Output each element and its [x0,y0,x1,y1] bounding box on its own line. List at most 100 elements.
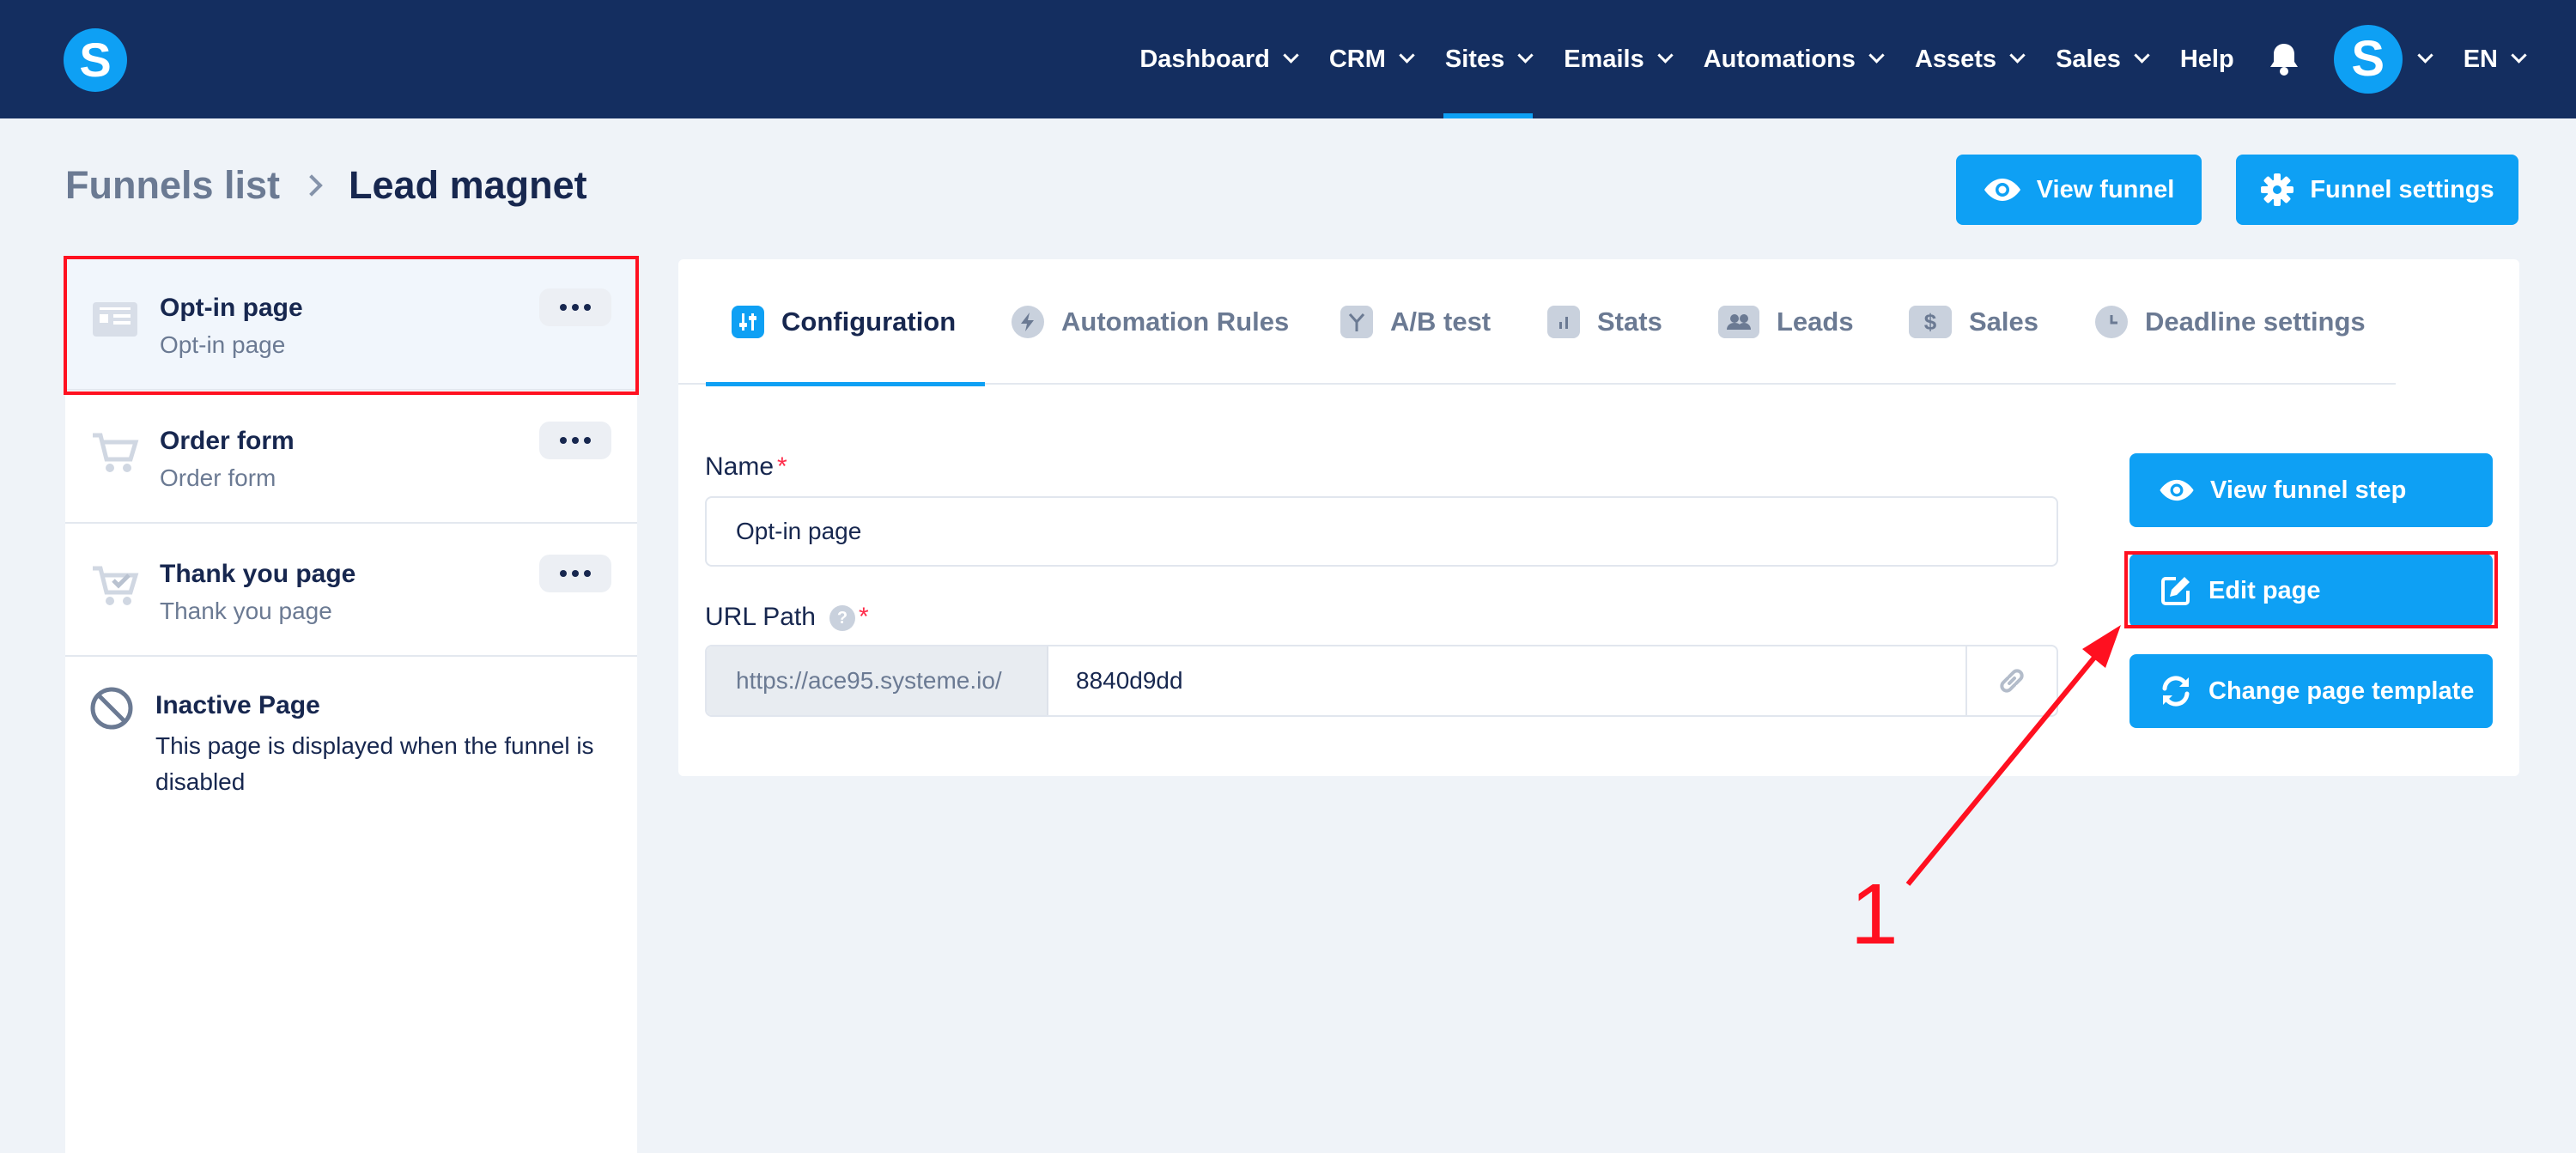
tab-bar: Configuration Automation Rules A/B test … [678,259,2396,386]
chevron-down-icon [2134,47,2150,64]
url-path-field-label: URL Path? * [705,603,869,632]
chevron-down-icon [1283,47,1299,64]
bolt-icon [1012,306,1044,338]
users-icon [1718,306,1759,338]
chevron-down-icon [1517,47,1534,64]
cart-icon [93,433,139,472]
chevron-right-icon [301,174,323,197]
tab-stats[interactable]: Stats [1547,259,1662,385]
annotation-number: 1 [1850,866,1899,962]
name-input[interactable]: Opt-in page [705,496,2058,567]
edit-page-label: Edit page [2208,576,2321,604]
step-subtitle: Thank you page [160,598,332,624]
more-options-button[interactable] [539,288,611,326]
page-icon [93,302,137,337]
nav-item-sales[interactable]: Sales [2056,0,2150,118]
funnel-settings-label: Funnel settings [2310,175,2494,203]
view-funnel-step-button[interactable]: View funnel step [2129,453,2493,527]
funnel-step-thank-you[interactable]: Thank you page Thank you page [65,524,637,657]
funnel-steps-sidebar: Opt-in page Opt-in page Order form Order… [65,258,637,1153]
step-title: Order form [160,427,295,455]
clock-icon [2095,306,2128,338]
tab-label: A/B test [1390,306,1492,337]
tab-automation-rules[interactable]: Automation Rules [1012,259,1289,385]
step-subtitle: Opt-in page [160,331,286,358]
edit-icon [2161,577,2190,605]
notification-bell-icon[interactable] [2269,42,2300,76]
url-path-field: https://ace95.systeme.io/ 8840d9dd [705,645,2058,717]
language-label: EN [2463,45,2498,73]
tab-configuration[interactable]: Configuration [705,259,986,386]
funnel-settings-button[interactable]: Funnel settings [2236,155,2518,225]
more-options-button[interactable] [539,422,611,459]
required-mark: * [777,452,787,481]
help-icon[interactable]: ? [829,605,855,632]
tab-label: Deadline settings [2145,306,2366,337]
nav-item-automations[interactable]: Automations [1703,0,1885,118]
nav-label: Assets [1914,45,1997,73]
page-title: Lead magnet [349,163,587,207]
step-title: Opt-in page [160,294,303,322]
chevron-down-icon [2417,47,2433,64]
chevron-down-icon [2009,47,2026,64]
edit-page-button[interactable]: Edit page [2129,554,2493,628]
tab-label: Sales [1969,306,2039,337]
nav-item-help[interactable]: Help [2180,0,2234,118]
inactive-page-title: Inactive Page [155,691,320,719]
nav-item-assets[interactable]: Assets [1914,0,2026,118]
step-subtitle: Order form [160,464,276,491]
name-field-label: Name * [705,452,787,482]
required-mark: * [858,603,869,631]
funnel-step-opt-in[interactable]: Opt-in page Opt-in page [65,258,637,391]
nav-label: Help [2179,45,2234,73]
nav-label: Emails [1564,45,1644,73]
nav-label: Automations [1703,45,1856,73]
nav-label: CRM [1328,45,1386,73]
tab-ab-test[interactable]: A/B test [1340,259,1491,385]
split-icon [1340,306,1373,338]
gear-icon [2261,173,2294,206]
chevron-down-icon [1399,47,1415,64]
nav-label: Dashboard [1139,45,1270,73]
funnel-step-order-form[interactable]: Order form Order form [65,391,637,524]
tab-label: Leads [1777,306,1854,337]
cart-check-icon [93,566,139,605]
systeme-logo[interactable]: S [64,28,127,92]
dollar-icon: $ [1909,306,1952,338]
tab-label: Configuration [781,306,957,337]
more-options-button[interactable] [539,555,611,592]
change-page-template-label: Change page template [2208,677,2475,705]
tab-label: Stats [1597,306,1662,337]
inactive-page-description: This page is displayed when the funnel i… [155,732,594,795]
top-nav-bar: S Dashboard CRM Sites Emails Automations… [0,0,2576,118]
tab-deadline-settings[interactable]: Deadline settings [2095,259,2366,385]
tab-leads[interactable]: Leads [1718,259,1854,385]
disabled-icon [90,687,133,730]
nav-item-emails[interactable]: Emails [1564,0,1674,118]
refresh-icon [2162,676,2190,707]
tab-sales[interactable]: $ Sales [1909,259,2038,385]
nav-item-sites[interactable]: Sites [1443,0,1534,118]
sliders-icon [732,306,764,338]
main-nav: Dashboard CRM Sites Emails Automations A… [1107,0,2527,118]
nav-item-dashboard[interactable]: Dashboard [1139,0,1299,118]
change-page-template-button[interactable]: Change page template [2129,654,2493,728]
chevron-down-icon [2511,47,2527,64]
view-funnel-step-label: View funnel step [2210,476,2407,504]
eye-icon [2160,479,2194,501]
link-icon[interactable] [1965,646,2057,715]
url-path-input[interactable]: 8840d9dd [1048,646,1965,715]
language-selector[interactable]: EN [2463,0,2527,118]
avatar: S [2333,25,2403,94]
nav-label: Sales [2056,45,2121,73]
chevron-down-icon [1657,47,1674,64]
step-title: Thank you page [160,560,356,588]
name-label-text: Name [705,452,775,481]
nav-item-crm[interactable]: CRM [1328,0,1415,118]
view-funnel-button[interactable]: View funnel [1956,155,2202,225]
user-menu[interactable]: S [2300,0,2433,118]
view-funnel-label: View funnel [2036,175,2175,203]
breadcrumb-funnels-list[interactable]: Funnels list [65,163,280,208]
breadcrumb: Funnels list Lead magnet [65,163,587,208]
chevron-down-icon [1868,47,1885,64]
